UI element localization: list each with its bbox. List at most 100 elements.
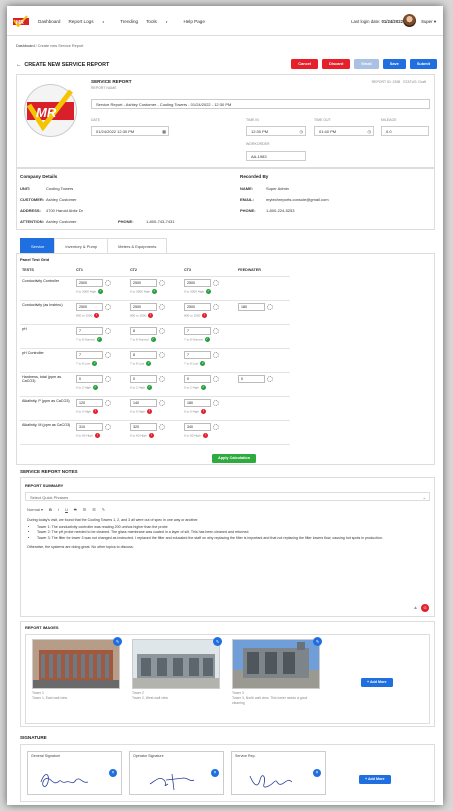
breadcrumb-dashboard[interactable]: Dashboard [16, 44, 35, 48]
tab-meters-equipments[interactable]: Meters & Equipments [107, 238, 168, 253]
ct2-value-input[interactable]: 2500 [130, 302, 157, 311]
clear-signature-icon[interactable]: × [313, 769, 321, 777]
image-card-2[interactable]: ✎ [132, 637, 222, 689]
clear-signature-icon[interactable]: × [211, 769, 219, 777]
nav-tools[interactable]: Tools ▾ [146, 19, 175, 24]
attach-icon[interactable]: ▲ [413, 605, 418, 611]
grammarly-icon[interactable]: G [421, 604, 429, 612]
gear-icon[interactable] [213, 375, 219, 382]
feedwater-value-input[interactable]: 180 [238, 302, 265, 311]
add-more-images-button[interactable]: + Add More [361, 678, 393, 687]
gear-icon[interactable] [267, 375, 273, 382]
report-name-field[interactable]: Service Report - Ashley Customer - Cooli… [91, 99, 430, 109]
edit-image-icon[interactable]: ✎ [213, 637, 222, 646]
quick-phrases-select[interactable]: Select Quick Phrases ⌄ [25, 492, 430, 501]
email-button[interactable]: Email [354, 59, 379, 69]
clear-format-icon[interactable]: ✎ [102, 507, 105, 512]
avatar[interactable] [403, 14, 416, 27]
clear-signature-icon[interactable]: × [109, 769, 117, 777]
ct2-value-input[interactable]: 140 [130, 398, 157, 407]
gear-icon[interactable] [213, 303, 219, 310]
gear-icon[interactable] [105, 351, 111, 358]
summary-editor[interactable]: During today's visit, we found that the … [27, 518, 427, 550]
signature-box-operator[interactable]: Operator Signature × [129, 751, 224, 795]
ct1-value-input[interactable]: 0 [76, 374, 103, 383]
gear-icon[interactable] [105, 327, 111, 334]
service-rep-signature-drawing [249, 775, 293, 788]
ct1-value-input[interactable]: 120 [76, 398, 103, 407]
ct2-value-input[interactable]: 320 [130, 422, 157, 431]
bold-icon[interactable]: B [49, 507, 52, 512]
ct3-value-input[interactable]: 0 [184, 374, 211, 383]
gear-icon[interactable] [213, 279, 219, 286]
range-label: 0 to 3000 High [76, 288, 97, 293]
feedwater-value-input[interactable]: 0 [238, 374, 265, 383]
signature-box-service-rep[interactable]: Service Rep. × [231, 751, 326, 795]
ct1-value-input[interactable]: 7 [76, 350, 103, 359]
ct3-value-input[interactable]: 180 [184, 398, 211, 407]
mileage-label: MILEAGE [381, 118, 397, 122]
gear-icon[interactable] [105, 423, 111, 430]
gear-icon[interactable] [159, 279, 165, 286]
ct1-value-input[interactable]: 310 [76, 422, 103, 431]
gear-icon[interactable] [267, 303, 273, 310]
back-arrow-icon[interactable]: ← [16, 62, 21, 68]
italic-icon[interactable]: I [58, 507, 59, 512]
nav-dashboard[interactable]: Dashboard [38, 19, 60, 24]
ct3-value-input[interactable]: 7 [184, 350, 211, 359]
nav-trending[interactable]: Trending [120, 19, 138, 24]
ct2-value-input[interactable]: 2500 [130, 278, 157, 287]
gear-icon[interactable] [105, 375, 111, 382]
nav-report-logs[interactable]: Report Logs ▾ [68, 19, 112, 24]
nav-help-page[interactable]: Help Page [183, 19, 204, 24]
ct3-value-input[interactable]: 2500 [184, 278, 211, 287]
user-menu[interactable]: Super ▾ [421, 19, 436, 25]
bullet-list-icon[interactable]: ☰ [92, 507, 96, 512]
ct1-value-input[interactable]: 7 [76, 326, 103, 335]
ct3-value-input[interactable]: 7 [184, 326, 211, 335]
ct3-value-input[interactable]: 340 [184, 422, 211, 431]
ct2-value-input[interactable]: 0 [130, 374, 157, 383]
time-in-field[interactable]: 12:30 PM ◷ [246, 126, 306, 136]
gear-icon[interactable] [159, 327, 165, 334]
ct1-value-input[interactable]: 2500 [76, 278, 103, 287]
gear-icon[interactable] [105, 399, 111, 406]
gear-icon[interactable] [105, 279, 111, 286]
strike-icon[interactable]: S [74, 507, 77, 512]
apply-calculation-button[interactable]: Apply Calculation [212, 454, 257, 463]
ordered-list-icon[interactable]: ☰ [83, 507, 87, 512]
tab-service[interactable]: Service [20, 238, 56, 253]
format-select[interactable]: Normal ▾ [27, 507, 43, 512]
underline-icon[interactable]: U [65, 507, 68, 512]
submit-button[interactable]: Submit [409, 59, 437, 69]
add-more-signatures-button[interactable]: + Add More [359, 775, 391, 784]
date-field[interactable]: 01/24/2022 12:30 PM ▦ [91, 126, 169, 136]
edit-image-icon[interactable]: ✎ [113, 637, 122, 646]
app-logo[interactable]: MR [13, 15, 29, 27]
cancel-button[interactable]: Cancel [291, 59, 319, 69]
signature-box-general[interactable]: General Signature × [27, 751, 122, 795]
gear-icon[interactable] [105, 303, 111, 310]
image-card-3[interactable]: ✎ [232, 637, 322, 689]
ct2-value-input[interactable]: 8 [130, 350, 157, 359]
gear-icon[interactable] [159, 375, 165, 382]
ct1-value-input[interactable]: 2500 [76, 302, 103, 311]
gear-icon[interactable] [159, 399, 165, 406]
ct3-value-input[interactable]: 2500 [184, 302, 211, 311]
save-button[interactable]: Save [382, 59, 406, 69]
gear-icon[interactable] [159, 303, 165, 310]
gear-icon[interactable] [159, 351, 165, 358]
edit-image-icon[interactable]: ✎ [313, 637, 322, 646]
gear-icon[interactable] [213, 399, 219, 406]
workorder-field[interactable]: AA-1983 [246, 151, 306, 161]
discard-button[interactable]: Discard [322, 59, 351, 69]
mileage-field[interactable]: 0.0 [381, 126, 429, 136]
time-out-field[interactable]: 01:40 PM ◷ [314, 126, 374, 136]
gear-icon[interactable] [213, 327, 219, 334]
gear-icon[interactable] [213, 423, 219, 430]
ct2-value-input[interactable]: 8 [130, 326, 157, 335]
gear-icon[interactable] [213, 351, 219, 358]
gear-icon[interactable] [159, 423, 165, 430]
tab-inventory-pump[interactable]: Inventory & Pump [54, 238, 109, 253]
image-card-1[interactable]: ✎ [32, 637, 122, 689]
